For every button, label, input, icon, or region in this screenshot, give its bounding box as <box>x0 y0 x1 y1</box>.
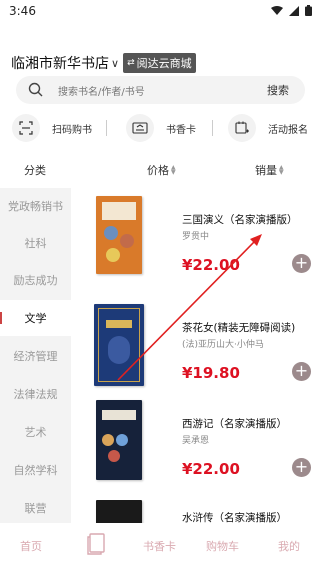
bottom-nav: 首页 书香卡 购物车 我的 <box>0 523 320 569</box>
store-header: 临湘市新华书店 ∨ ⇄ 阅达云商城 <box>11 52 196 74</box>
book-price: ¥19.80 <box>182 364 240 382</box>
quick-action-label: 扫码购书 <box>52 124 92 136</box>
category-item[interactable]: 党政畅销书 <box>0 188 71 224</box>
book-title[interactable]: 茶花女(精装无障碍阅读) <box>182 320 295 335</box>
add-to-cart-button[interactable]: + <box>292 458 311 477</box>
calendar-add-icon <box>228 114 256 142</box>
book-list-item[interactable]: 茶花女(精装无障碍阅读) (法)亚历山大·小仲马 ¥19.80 + <box>71 304 320 404</box>
sort-by-sales[interactable]: 销量 ▲ ▼ <box>255 162 284 178</box>
scan-icon <box>12 114 40 142</box>
quick-action-label: 书香卡 <box>166 124 196 136</box>
category-header: 分类 <box>24 164 46 177</box>
book-author: (法)亚历山大·小仲马 <box>182 340 264 350</box>
book-title[interactable]: 西游记（名家演播版） <box>182 416 287 431</box>
category-item[interactable]: 社科 <box>0 225 71 261</box>
book-author: 罗贯中 <box>182 232 210 242</box>
status-bar: 3:46 <box>0 0 320 24</box>
book-cover[interactable] <box>94 304 144 386</box>
store-name[interactable]: 临湘市新华书店 <box>11 53 109 73</box>
book-list-item[interactable]: 三国演义（名家演播版） 罗贯中 ¥22.00 + <box>71 196 320 296</box>
category-item[interactable]: 励志成功 <box>0 262 71 298</box>
search-input[interactable]: 搜索书名/作者/书号 <box>58 83 145 98</box>
category-item[interactable]: 艺术 <box>0 414 71 450</box>
scan-buy-button[interactable]: 扫码购书 <box>12 114 92 142</box>
search-button[interactable]: 搜索 <box>267 82 289 98</box>
book-cover[interactable] <box>96 400 142 480</box>
category-item[interactable]: 经济管理 <box>0 338 71 374</box>
sort-by-price[interactable]: 价格 ▲ ▼ <box>147 162 176 178</box>
sort-price-label: 价格 <box>147 164 169 177</box>
sort-arrows-icon: ▲ ▼ <box>279 164 284 176</box>
quick-action-label: 活动报名 <box>268 124 308 136</box>
chevron-down-icon[interactable]: ∨ <box>111 57 119 70</box>
divider <box>106 120 107 136</box>
quick-actions: 扫码购书 书香卡 活动报名 <box>0 114 320 142</box>
sort-arrows-icon: ▲ ▼ <box>171 164 176 176</box>
divider <box>212 120 213 136</box>
book-card-button[interactable]: 书香卡 <box>126 114 196 142</box>
add-to-cart-button[interactable]: + <box>292 254 311 273</box>
nav-home[interactable]: 首页 <box>20 538 42 554</box>
signal-icon <box>289 5 299 16</box>
category-item[interactable]: 自然学科 <box>0 452 71 488</box>
sort-sales-label: 销量 <box>255 164 277 177</box>
book-price: ¥22.00 <box>182 256 240 274</box>
sort-bar: 分类 价格 ▲ ▼ 销量 ▲ ▼ <box>0 160 320 180</box>
category-item[interactable]: 法律法规 <box>0 376 71 412</box>
book-author: 吴承恩 <box>182 436 210 446</box>
search-icon <box>28 82 44 102</box>
category-sidebar: 党政畅销书 社科 励志成功 文学 经济管理 法律法规 艺术 自然学科 联营 <box>0 188 71 523</box>
nav-book-card[interactable]: 书香卡 <box>143 538 176 554</box>
platform-badge[interactable]: ⇄ 阅达云商城 <box>123 53 196 73</box>
wifi-icon <box>271 5 283 16</box>
book-list-item[interactable]: 西游记（名家演播版） 吴承恩 ¥22.00 + <box>71 400 320 500</box>
card-icon <box>126 114 154 142</box>
add-to-cart-button[interactable]: + <box>292 362 311 381</box>
switch-icon: ⇄ <box>127 58 135 68</box>
nav-profile[interactable]: 我的 <box>278 538 300 554</box>
event-signup-button[interactable]: 活动报名 <box>228 114 308 142</box>
category-item[interactable]: 联营 <box>0 490 71 526</box>
book-title[interactable]: 水浒传（名家演播版） <box>182 510 287 523</box>
platform-badge-label: 阅达云商城 <box>136 57 192 70</box>
book-cover[interactable] <box>96 500 142 523</box>
status-time: 3:46 <box>9 4 36 18</box>
search-bar[interactable]: 搜索书名/作者/书号 搜索 <box>16 76 305 104</box>
book-title[interactable]: 三国演义（名家演播版） <box>182 212 298 227</box>
nav-cart[interactable]: 购物车 <box>206 538 239 554</box>
category-item-active[interactable]: 文学 <box>0 300 71 336</box>
book-price: ¥22.00 <box>182 460 240 478</box>
battery-icon <box>305 5 312 16</box>
book-icon[interactable] <box>86 533 106 559</box>
book-list-item[interactable]: 水浒传（名家演播版） <box>71 500 320 523</box>
book-cover[interactable] <box>96 196 142 274</box>
